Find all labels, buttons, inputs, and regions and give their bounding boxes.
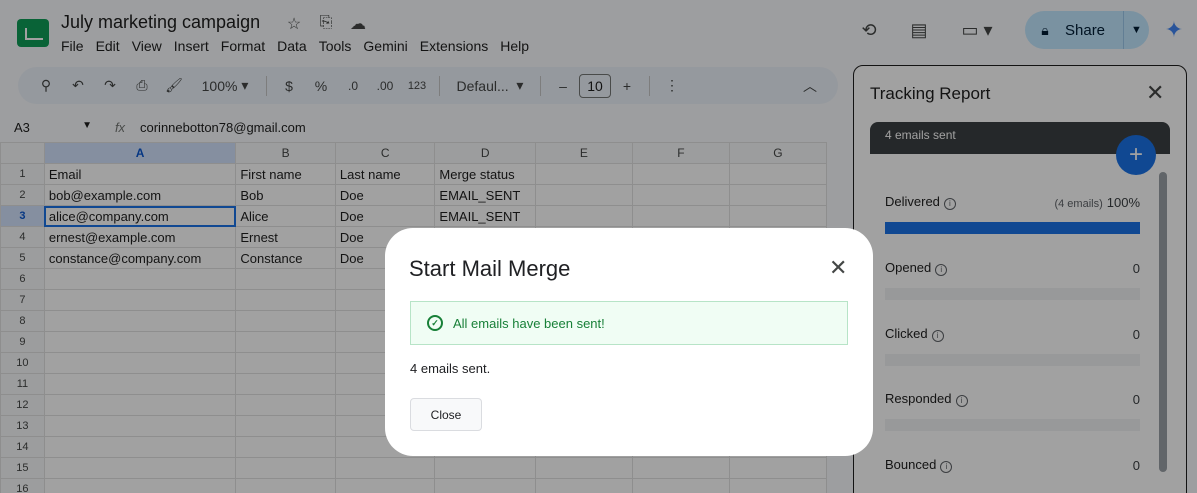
close-icon[interactable]: ✕ [829,255,847,281]
dialog-title: Start Mail Merge [409,256,571,281]
success-alert: ✓ All emails have been sent! [410,301,848,345]
mail-merge-dialog: Start Mail Merge ✕ ✓ All emails have bee… [385,228,873,456]
close-button[interactable]: Close [410,398,482,431]
dialog-message: 4 emails sent. [410,361,491,376]
success-text: All emails have been sent! [453,315,605,331]
check-circle-icon: ✓ [427,315,443,331]
